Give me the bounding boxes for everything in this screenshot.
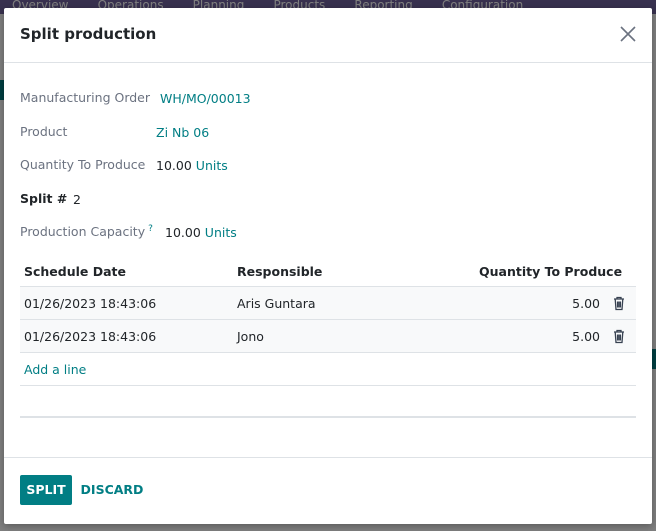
- close-button[interactable]: [616, 22, 640, 46]
- dialog-header: Split production: [4, 8, 652, 63]
- quantity-to-produce-number: 10.00: [156, 158, 192, 173]
- add-a-line-link[interactable]: Add a line: [24, 362, 86, 377]
- table-row[interactable]: 01/26/2023 18:43:06 Jono 5.00: [20, 320, 636, 353]
- discard-button[interactable]: DISCARD: [76, 475, 148, 505]
- schedule-date-cell[interactable]: 01/26/2023 18:43:06: [24, 296, 156, 311]
- add-line-row: Add a line: [20, 353, 636, 386]
- column-header-responsible[interactable]: Responsible: [237, 264, 322, 279]
- dialog-title: Split production: [20, 25, 157, 43]
- quantity-cell[interactable]: 5.00: [520, 296, 600, 311]
- split-button[interactable]: SPLIT: [20, 475, 72, 505]
- schedule-date-cell[interactable]: 01/26/2023 18:43:06: [24, 329, 156, 344]
- production-capacity-value: 10.00 Units: [165, 225, 237, 240]
- trash-icon[interactable]: [612, 328, 626, 344]
- split-count-label: Split #: [20, 191, 68, 206]
- quantity-to-produce-unit[interactable]: Units: [196, 158, 228, 173]
- split-production-dialog: Split production Manufacturing Order WH/…: [4, 8, 652, 524]
- table-footer-divider: [20, 414, 636, 418]
- split-count-input[interactable]: 2: [73, 192, 81, 207]
- production-capacity-unit[interactable]: Units: [205, 225, 237, 240]
- production-capacity-label: Production Capacity?: [20, 224, 153, 239]
- product-link[interactable]: Zi Nb 06: [156, 125, 209, 140]
- responsible-cell[interactable]: Aris Guntara: [237, 296, 316, 311]
- column-header-schedule-date[interactable]: Schedule Date: [24, 264, 126, 279]
- column-header-quantity[interactable]: Quantity To Produce: [479, 264, 622, 279]
- quantity-to-produce-label: Quantity To Produce: [20, 157, 146, 172]
- close-icon: [620, 26, 636, 42]
- quantity-to-produce-value: 10.00 Units: [156, 158, 228, 173]
- quantity-cell[interactable]: 5.00: [520, 329, 600, 344]
- responsible-cell[interactable]: Jono: [237, 329, 264, 344]
- manufacturing-order-link[interactable]: WH/MO/00013: [160, 91, 251, 106]
- dialog-footer: SPLIT DISCARD: [4, 457, 652, 525]
- table-header: Schedule Date Responsible Quantity To Pr…: [20, 254, 636, 287]
- product-label: Product: [20, 124, 68, 139]
- table-row[interactable]: 01/26/2023 18:43:06 Aris Guntara 5.00: [20, 287, 636, 320]
- manufacturing-order-label: Manufacturing Order: [20, 90, 151, 105]
- production-capacity-number[interactable]: 10.00: [165, 225, 201, 240]
- production-capacity-label-text: Production Capacity: [20, 224, 146, 239]
- trash-icon[interactable]: [612, 295, 626, 311]
- help-tooltip-icon[interactable]: ?: [148, 224, 153, 234]
